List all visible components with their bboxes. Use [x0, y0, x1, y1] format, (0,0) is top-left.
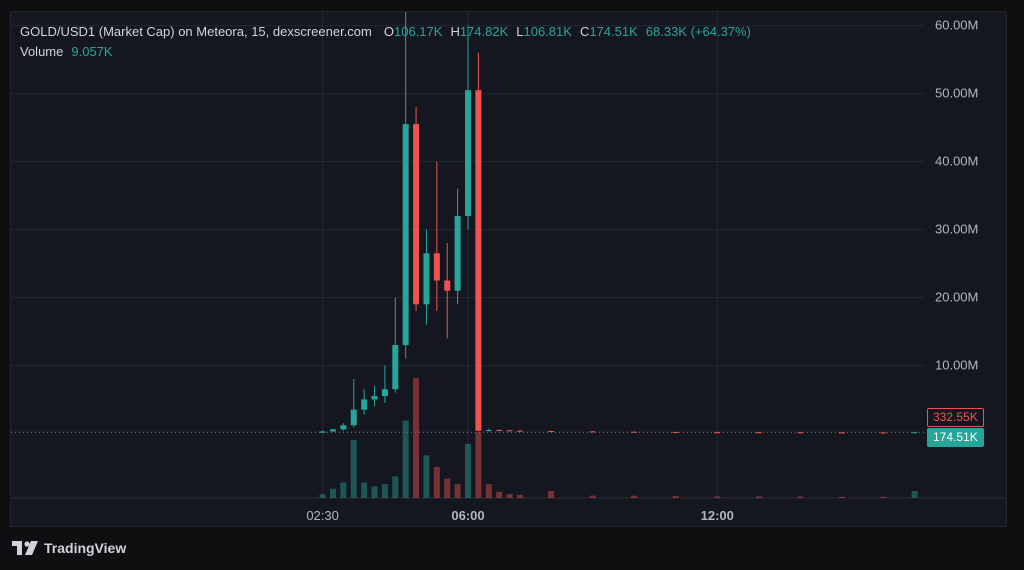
volume-bar — [433, 467, 440, 498]
volume-bar — [838, 496, 845, 498]
legend-close-value: 174.51K — [589, 24, 638, 39]
volume-bar — [329, 488, 336, 498]
volume-bar — [797, 496, 804, 498]
x-tick-label: 06:00 — [451, 508, 484, 523]
volume-bar — [454, 484, 461, 498]
volume-bar — [755, 496, 762, 498]
price-chart[interactable]: 10.00M 20.00M 30.00M 40.00M 50.00M 60.00M 02:3… — [11, 12, 1007, 527]
volume-bar — [444, 478, 451, 498]
y-tick-label: 60.00M — [935, 18, 978, 33]
brand-name: TradingView — [44, 540, 127, 556]
volume-bar — [485, 484, 492, 498]
y-tick-label: 30.00M — [935, 222, 978, 237]
candle-body — [496, 430, 503, 432]
chart-frame[interactable]: 10.00M 20.00M 30.00M 40.00M 50.00M 60.00M 02:3… — [10, 11, 1007, 527]
legend-open-label: O — [383, 24, 394, 39]
candle-body — [485, 430, 492, 432]
candle-body — [423, 253, 430, 305]
candle-body — [516, 430, 523, 432]
candle-body — [319, 431, 326, 433]
candle-body — [838, 432, 845, 434]
candle-body — [714, 432, 721, 434]
legend-change-value: 68.33K (+64.37%) — [645, 24, 751, 39]
candle-body — [589, 431, 596, 433]
volume-bar — [392, 476, 399, 498]
volume-bar — [413, 378, 420, 498]
x-tick-label: 12:00 — [701, 508, 734, 523]
legend-volume-value: 9.057K — [71, 44, 113, 59]
candle-body — [340, 425, 347, 430]
candle-body — [548, 431, 555, 433]
volume-bar — [381, 484, 388, 498]
y-tick-label: 20.00M — [935, 289, 978, 304]
legend-high-value: 174.82K — [459, 24, 509, 39]
candle-body — [444, 280, 451, 291]
candle-body — [797, 432, 804, 434]
legend-low-value: 106.81K — [523, 24, 572, 39]
candle-body — [465, 90, 471, 216]
tradingview-brand[interactable]: TradingView — [12, 540, 126, 556]
volume-bar — [496, 491, 503, 498]
volume-bar — [516, 494, 523, 498]
volume-bar — [548, 491, 555, 498]
volume-bar — [672, 496, 679, 498]
legend-symbol: GOLD/USD1 (Market Cap) on Meteora, 15, d… — [20, 24, 372, 39]
volume-bar — [589, 495, 596, 498]
volume-bar — [319, 494, 326, 498]
x-tick-label: 02:30 — [306, 508, 339, 523]
volume-bar — [423, 455, 430, 498]
candle-body — [880, 432, 887, 434]
volume-bar — [880, 496, 887, 498]
volume-bar — [361, 482, 368, 498]
candle-body — [329, 429, 336, 432]
candle-body — [755, 432, 762, 434]
candle-body — [413, 124, 420, 305]
reference-price-label: 332.55K — [927, 408, 984, 427]
volume-bar — [340, 482, 347, 498]
volume-bar — [465, 443, 471, 498]
volume-bar — [631, 495, 638, 498]
legend-volume-label: Volume — [20, 44, 64, 59]
candle-body — [475, 90, 482, 431]
candle-body — [350, 409, 357, 426]
legend-close-label: C — [579, 24, 590, 39]
candle-body — [454, 215, 461, 291]
legend-low-label: L — [516, 24, 524, 39]
last-price-label: 174.51K — [927, 428, 984, 447]
candle-body — [361, 399, 368, 410]
y-tick-label: 50.00M — [935, 86, 978, 101]
legend-high-label: H — [450, 24, 460, 39]
candle-body — [506, 430, 513, 432]
tradingview-logo-icon — [12, 541, 38, 555]
y-tick-label: 40.00M — [935, 154, 978, 169]
candle-body — [672, 432, 679, 434]
chart-legend: GOLD/USD1 (Market Cap) on Meteora, 15, d… — [20, 22, 759, 62]
y-tick-label: 10.00M — [935, 357, 978, 372]
legend-open-value: 106.17K — [394, 24, 443, 39]
candle-body — [402, 124, 409, 346]
volume-bar — [371, 486, 378, 498]
volume-bar — [911, 490, 918, 498]
volume-bar — [350, 439, 357, 498]
candle-body — [433, 253, 440, 281]
legend-ohlc-row: GOLD/USD1 (Market Cap) on Meteora, 15, d… — [20, 22, 759, 42]
candle-body — [911, 432, 918, 434]
candle-body — [392, 345, 399, 390]
volume-bar — [475, 432, 482, 498]
legend-volume-row: Volume 9.057K — [20, 42, 759, 62]
volume-bar — [714, 496, 721, 498]
candle-body — [381, 389, 388, 397]
candle-body — [371, 396, 378, 400]
volume-bar — [506, 494, 513, 498]
candle-body — [631, 431, 638, 433]
